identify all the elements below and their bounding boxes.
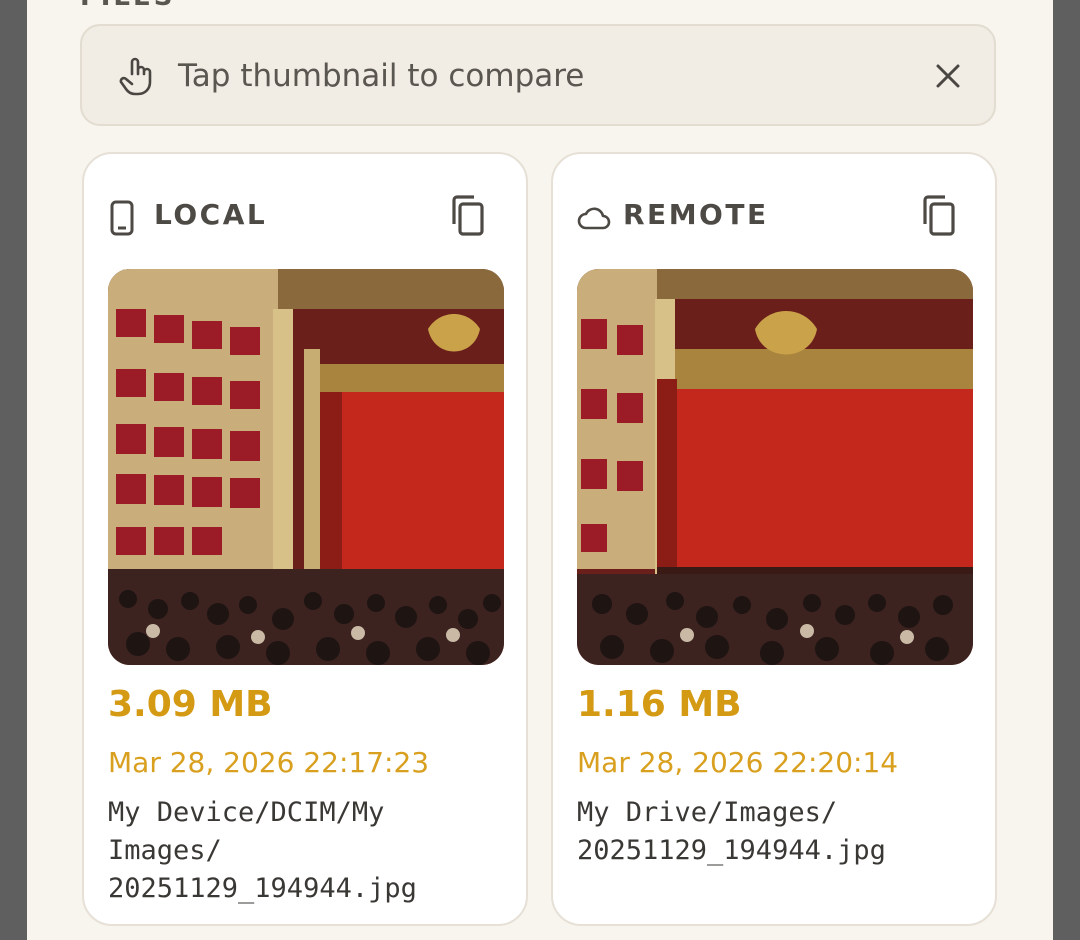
local-file-size: 3.09 MB — [108, 684, 273, 725]
compare-hint-banner: Tap thumbnail to compare — [80, 24, 996, 126]
remote-file-size: 1.16 MB — [577, 684, 742, 725]
theater-photo — [577, 269, 973, 665]
remote-thumbnail[interactable] — [577, 269, 973, 665]
remote-label: REMOTE — [623, 198, 769, 231]
remote-file-path: My Drive/Images/ 20251129_194944.jpg — [577, 797, 886, 866]
local-modified-date: Mar 28, 2026 22:17:23 — [108, 746, 430, 779]
close-icon[interactable] — [934, 62, 962, 90]
theater-photo — [108, 269, 504, 665]
remote-modified-date: Mar 28, 2026 22:20:14 — [577, 746, 899, 779]
local-file-path: My Device/DCIM/My Images/ 20251129_19494… — [108, 797, 417, 904]
local-label: LOCAL — [154, 198, 268, 231]
cloud-icon — [577, 207, 611, 230]
copy-icon[interactable] — [917, 194, 957, 238]
remote-file-card: REMOTE 1.16 MB Mar 28, 2026 22:20:14 My … — [551, 152, 997, 926]
section-title: FILES — [80, 0, 176, 12]
phone-icon — [110, 200, 134, 236]
local-thumbnail[interactable] — [108, 269, 504, 665]
copy-icon[interactable] — [446, 194, 486, 238]
hint-text: Tap thumbnail to compare — [178, 58, 585, 94]
local-file-card: LOCAL 3.09 MB Mar 28, 2026 22:17:23 My D… — [82, 152, 528, 926]
touch-icon — [119, 57, 152, 96]
